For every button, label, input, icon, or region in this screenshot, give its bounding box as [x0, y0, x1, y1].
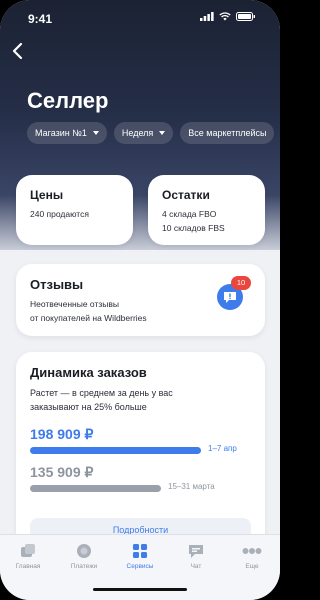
filter-chips: Магазин №1 Неделя Все маркетплейсы — [27, 122, 275, 144]
signal-icon — [200, 12, 214, 21]
filter-store[interactable]: Магазин №1 — [27, 122, 107, 144]
tab-chat-label: Чат — [190, 563, 202, 570]
home-indicator — [93, 588, 187, 591]
dynamics-line-1: Растет — в среднем за день у вас — [30, 388, 173, 398]
tab-more[interactable]: Еще — [224, 535, 280, 600]
status-time: 9:41 — [28, 12, 53, 26]
chat-icon — [189, 545, 203, 558]
current-bar — [30, 447, 201, 454]
prices-summary: 240 продаются — [30, 209, 89, 219]
current-period: 1–7 апр — [208, 444, 237, 453]
filter-period[interactable]: Неделя — [113, 122, 174, 144]
filter-store-label: Магазин №1 — [35, 128, 87, 138]
services-icon — [133, 544, 147, 558]
stock-fbo: 4 склада FBO — [162, 209, 217, 219]
current-bar-track: 1–7 апр — [30, 444, 255, 454]
page-title: Селлер — [27, 88, 109, 113]
dynamics-line-2: заказывают на 25% больше — [30, 402, 147, 412]
chevron-left-icon — [12, 42, 23, 60]
wifi-icon — [219, 12, 231, 21]
reviews-line-1: Неотвеченные отзывы — [30, 299, 119, 309]
stock-fbs: 10 складов FBS — [162, 223, 225, 233]
app-screen: 9:41 Селлер Магазин №1 Неделя Все маркет… — [0, 0, 280, 600]
status-bar: 9:41 — [0, 0, 280, 36]
reviews-title: Отзывы — [30, 277, 84, 292]
reviews-line-2: от покупателей на Wildberries — [30, 313, 147, 323]
previous-bar-track: 15–31 марта — [30, 482, 255, 492]
status-icons — [200, 12, 256, 21]
tab-payments-label: Платежи — [70, 563, 98, 570]
prices-title: Цены — [30, 188, 64, 202]
battery-icon — [236, 12, 255, 21]
payments-icon — [77, 544, 91, 558]
previous-amount: 135 909 ₽ — [30, 464, 94, 480]
current-amount: 198 909 ₽ — [30, 426, 94, 442]
reviews-indicator[interactable]: 10 — [217, 274, 251, 310]
prices-card[interactable]: Цены 240 продаются — [16, 175, 133, 245]
caret-down-icon — [159, 131, 166, 135]
reviews-count-badge: 10 — [231, 276, 251, 290]
filter-marketplace-label: Все маркетплейсы — [188, 128, 267, 138]
caret-down-icon — [92, 131, 99, 135]
back-button[interactable] — [8, 40, 28, 62]
tab-more-label: Еще — [245, 563, 259, 570]
previous-period-row: 135 909 ₽ 15–31 марта — [30, 464, 255, 492]
filter-period-label: Неделя — [121, 128, 154, 138]
more-icon — [242, 548, 262, 554]
filter-marketplace[interactable]: Все маркетплейсы — [180, 122, 275, 144]
stock-title: Остатки — [162, 188, 210, 202]
dynamics-title: Динамика заказов — [30, 365, 147, 380]
reviews-card[interactable]: Отзывы Неотвеченные отзывы от покупателе… — [16, 264, 265, 336]
orders-dynamics-card[interactable]: Динамика заказов Растет — в среднем за д… — [16, 352, 265, 562]
home-icon — [21, 544, 35, 557]
tab-home[interactable]: Главная — [0, 535, 56, 600]
tab-home-label: Главная — [15, 563, 41, 570]
previous-bar — [30, 485, 161, 492]
current-period-row: 198 909 ₽ 1–7 апр — [30, 426, 255, 454]
tab-services-label: Сервисы — [126, 563, 154, 570]
previous-period: 15–31 марта — [168, 482, 215, 491]
stock-card[interactable]: Остатки 4 склада FBO 10 складов FBS — [148, 175, 265, 245]
